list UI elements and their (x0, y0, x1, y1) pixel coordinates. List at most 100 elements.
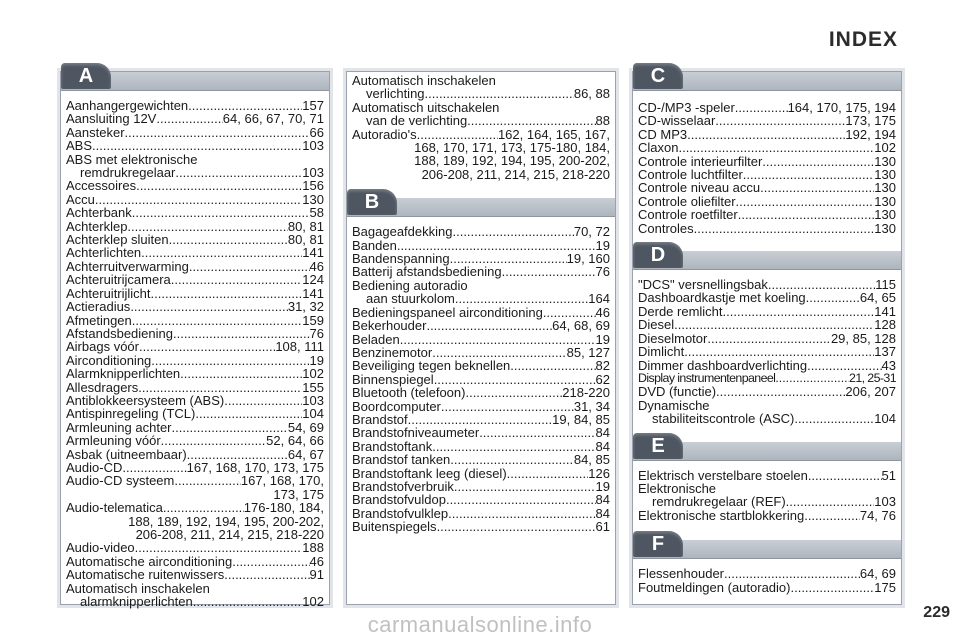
index-pages: 115 (875, 277, 896, 293)
index-term: Brandstof tanken (352, 452, 451, 468)
index-pages: 130 (874, 153, 896, 169)
index-term: Diesel (638, 317, 675, 333)
index-entry: Brandstofniveaumeter 84 (352, 426, 610, 440)
index-entry-continuation: Automatisch inschakelen (66, 580, 210, 596)
index-pages: 64, 69 (859, 566, 896, 582)
index-term: CD MP3 (638, 126, 688, 142)
dot-leader (172, 421, 288, 434)
index-entry-continuation: Bediening autoradio (352, 277, 468, 293)
dot-leader (173, 327, 310, 340)
dot-leader (151, 287, 303, 300)
index-pages: 130 (874, 167, 896, 183)
index-entry-continuation: 206-208, 211, 214, 215, 218-220 (135, 527, 324, 542)
dot-leader (715, 114, 845, 127)
dot-leader (224, 568, 309, 581)
index-entry: Elektrisch verstelbare stoelen 51 (638, 467, 896, 483)
index-entry-continuation: 173, 175 (273, 486, 324, 502)
index-pages: 43 (881, 357, 896, 373)
index-term: Dimmer dashboardverlichting (638, 357, 808, 373)
watermark: carmanualsonline.info (367, 612, 593, 637)
index-pages: 31, 32 (287, 299, 324, 315)
dot-leader (467, 114, 595, 127)
index-term: Elektrisch verstelbare stoelen (638, 467, 808, 483)
index-term: Antiblokkeersysteem (ABS) (66, 392, 225, 408)
index-pages: 141 (874, 303, 896, 319)
dot-leader (132, 206, 310, 219)
dot-leader (450, 252, 567, 265)
index-entries: Automatisch inschakelenverlichting 86, 88… (347, 72, 615, 182)
index-term: remdrukregelaar (80, 165, 176, 181)
index-term: Achterlichten (66, 245, 142, 261)
index-pages: 21, 25-31 (849, 370, 897, 385)
index-entries: Flessenhouder64, 69Foutmeldingen (autora… (633, 563, 901, 594)
dot-leader (232, 555, 309, 568)
dot-leader (425, 87, 574, 100)
index-entry: Allesdragers 155 (66, 380, 324, 394)
index-pages: 70, 72 (573, 224, 610, 240)
index-entry: Brandstof 19, 84, 85 (352, 413, 610, 427)
index-term: Brandstofvulklep (352, 505, 449, 521)
index-term: Foutmeldingen (autoradio) (638, 579, 791, 595)
dot-leader (678, 141, 874, 154)
dot-leader (760, 181, 874, 194)
index-pages: 74, 76 (859, 507, 896, 523)
index-pages: 130 (874, 193, 896, 209)
dot-leader (132, 314, 303, 327)
index-entry: Controle niveau accu 130 (638, 181, 896, 195)
index-column-2: Automatisch inschakelenverlichting 86, 88… (346, 71, 616, 605)
index-pages: 88 (595, 113, 610, 129)
index-entry: Buitenspiegels 61 (352, 519, 610, 535)
dot-leader (171, 273, 303, 286)
index-pages: 84 (595, 492, 610, 508)
index-term: Afstandsbediening (66, 325, 173, 341)
index-pages: 19 (595, 331, 610, 347)
index-term: Dashboardkastje met koeling (638, 290, 806, 306)
index-entry: DVD (functie) 206, 207 (638, 385, 896, 399)
index-entry: Bluetooth (telefoon) 218-220 (352, 385, 610, 401)
index-pages: 124 (302, 272, 324, 288)
index-entry: Airbags vóór 108, 111 (66, 340, 324, 354)
index-term: Achteruitrijlicht (66, 285, 151, 301)
dot-leader (446, 493, 596, 506)
index-pages: 58 (309, 205, 324, 221)
dot-leader (806, 291, 860, 304)
index-term: "DCS" versnellingsbak (638, 277, 768, 293)
dot-leader (450, 453, 574, 466)
index-term: Bluetooth (telefoon) (352, 385, 466, 401)
index-term: Airconditioning (66, 352, 152, 368)
index-term: Automatische airconditioning (66, 553, 233, 569)
dot-leader (448, 507, 595, 520)
index-entry-continuation: Elektronische (638, 480, 717, 496)
dot-leader (743, 168, 875, 181)
dot-leader (807, 359, 881, 372)
dot-leader (400, 333, 596, 346)
index-entry: ABS 103 (66, 138, 324, 154)
index-pages: 76 (595, 264, 610, 280)
dot-leader (790, 581, 874, 594)
index-entry: verlichting 86, 88 (352, 87, 610, 101)
dot-leader (775, 372, 849, 385)
index-entry: Controle interieurfilter 130 (638, 153, 896, 169)
index-term: Aansteker (66, 124, 125, 140)
index-entry: Banden 19 (352, 238, 610, 252)
index-pages: 103 (302, 138, 324, 154)
dot-leader (156, 112, 222, 125)
dot-leader (161, 434, 267, 447)
index-term: Audio-CD (66, 459, 123, 475)
index-term: Buitenspiegels (352, 519, 437, 535)
index-pages: 64, 65 (859, 290, 896, 306)
dot-leader (768, 278, 875, 291)
index-term: Actieradius (66, 299, 131, 315)
dot-leader (174, 474, 240, 487)
index-entry: Dieselmotor 29, 85, 128 (638, 331, 896, 345)
index-entry: CD-/MP3 -speler 164, 170, 175, 194 (638, 101, 896, 115)
index-pages: 176-180, 184, (243, 500, 324, 516)
index-entry: Dimlicht 137 (638, 345, 896, 359)
index-term: Asbak (uitneembaar) (66, 446, 187, 462)
index-term: Controle interieurfilter (638, 153, 763, 169)
dot-leader (180, 367, 302, 380)
index-entry: Brandstofvulklep 84 (352, 505, 610, 521)
index-term: Derde remlicht (638, 303, 723, 319)
index-entry: Antispinregeling (TCL) 104 (66, 407, 324, 421)
index-term: Achterklep sluiten (66, 232, 169, 248)
